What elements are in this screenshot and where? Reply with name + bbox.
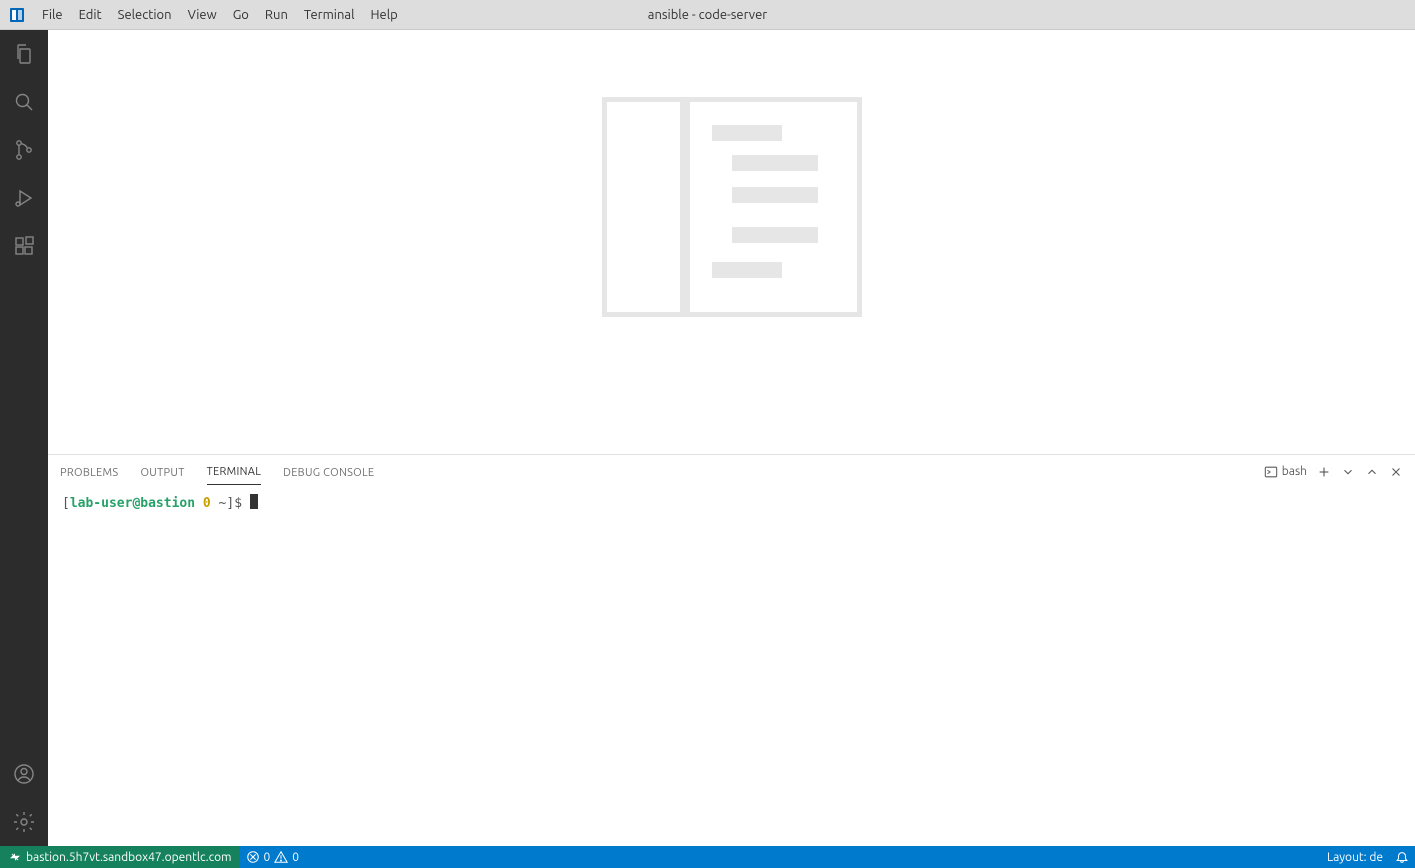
explorer-icon[interactable] <box>0 30 48 78</box>
run-debug-icon[interactable] <box>0 174 48 222</box>
titlebar: File Edit Selection View Go Run Terminal… <box>0 0 1415 30</box>
tab-output[interactable]: Output <box>140 459 184 485</box>
terminal-shell-selector[interactable]: bash <box>1264 465 1307 479</box>
activity-bar <box>0 30 48 846</box>
panel-maximize-icon[interactable] <box>1365 465 1379 479</box>
extensions-icon[interactable] <box>0 222 48 270</box>
menu-run[interactable]: Run <box>257 0 296 30</box>
problems-status[interactable]: 0 0 <box>240 846 306 868</box>
menu-bar: File Edit Selection View Go Run Terminal… <box>34 0 406 30</box>
source-control-icon[interactable] <box>0 126 48 174</box>
menu-edit[interactable]: Edit <box>71 0 110 30</box>
editor-panel-area: Problems Output Terminal Debug Console b… <box>48 30 1415 846</box>
editor-watermark-icon <box>602 97 862 320</box>
keyboard-layout[interactable]: Layout: de <box>1321 846 1389 868</box>
notifications-bell-icon[interactable] <box>1389 846 1415 868</box>
tab-debug-console[interactable]: Debug Console <box>283 459 374 485</box>
error-count: 0 <box>264 851 271 864</box>
menu-view[interactable]: View <box>180 0 225 30</box>
status-bar: bastion.5h7vt.sandbox47.opentlc.com 0 0 … <box>0 846 1415 868</box>
panel-close-icon[interactable] <box>1389 465 1403 479</box>
tab-terminal[interactable]: Terminal <box>207 458 262 485</box>
terminal-dropdown-icon[interactable] <box>1341 465 1355 479</box>
prompt-status: 0 <box>203 496 211 511</box>
prompt-user-host: lab-user@bastion <box>70 496 195 511</box>
panel-actions: bash <box>1264 465 1403 479</box>
remote-host-button[interactable]: bastion.5h7vt.sandbox47.opentlc.com <box>0 846 240 868</box>
warning-count: 0 <box>292 851 299 864</box>
prompt-suffix: ]$ <box>226 496 242 511</box>
menu-file[interactable]: File <box>34 0 71 30</box>
search-icon[interactable] <box>0 78 48 126</box>
menu-selection[interactable]: Selection <box>110 0 180 30</box>
terminal-body[interactable]: [lab-user@bastion 0 ~]$ <box>48 488 1415 846</box>
terminal-shell-name: bash <box>1282 465 1307 478</box>
accounts-icon[interactable] <box>0 750 48 798</box>
remote-host-label: bastion.5h7vt.sandbox47.opentlc.com <box>26 851 232 864</box>
new-terminal-icon[interactable] <box>1317 465 1331 479</box>
menu-go[interactable]: Go <box>225 0 257 30</box>
menu-terminal[interactable]: Terminal <box>296 0 363 30</box>
menu-help[interactable]: Help <box>362 0 405 30</box>
bottom-panel: Problems Output Terminal Debug Console b… <box>48 454 1415 846</box>
terminal-cursor <box>250 494 258 509</box>
workbench: Problems Output Terminal Debug Console b… <box>0 30 1415 846</box>
panel-tabs: Problems Output Terminal Debug Console b… <box>48 455 1415 488</box>
settings-gear-icon[interactable] <box>0 798 48 846</box>
tab-problems[interactable]: Problems <box>60 459 118 485</box>
empty-editor <box>48 30 1415 454</box>
app-menu-icon[interactable] <box>0 7 34 23</box>
